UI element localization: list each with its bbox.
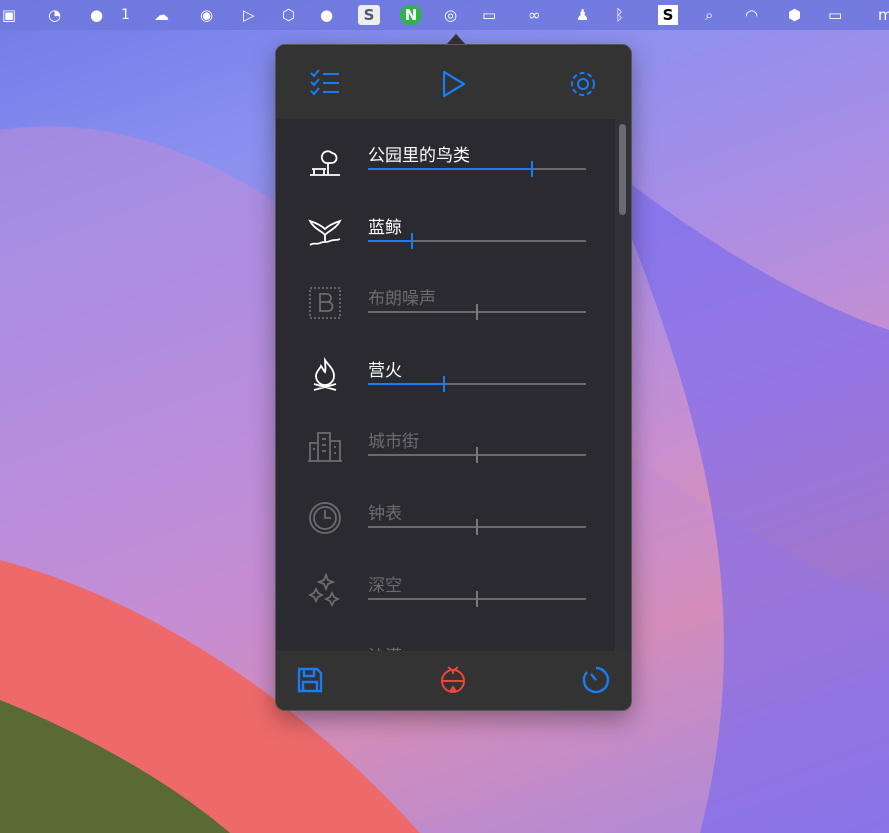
sound-label: 营火 [368,360,402,381]
sound-label: 公园里的鸟类 [368,146,470,166]
scrollbar-thumb[interactable] [619,124,626,215]
sound-row[interactable]: 深空 [276,571,616,643]
city-icon[interactable] [306,427,344,465]
sound-row[interactable]: 钟表 [276,499,616,571]
record-icon[interactable]: ◉ [200,5,213,25]
save-icon[interactable] [297,667,323,693]
volume-slider-knob[interactable] [476,590,478,607]
sound-row[interactable]: 城市街 [276,427,616,499]
volume-slider-knob[interactable] [443,375,446,392]
whale-tail-icon[interactable] [306,213,344,251]
play-icon[interactable] [441,69,467,99]
cursor-icon[interactable]: ◔ [48,5,61,25]
volume-slider-knob[interactable] [476,447,478,464]
popover-footer [276,651,631,710]
gear-icon[interactable] [568,69,598,99]
brown-noise-icon[interactable] [306,284,344,322]
sound-label: 深空 [368,575,402,596]
wechat-badge: 1 [121,7,130,23]
volume-slider-fill [368,168,532,170]
tomato-timer-icon[interactable] [438,664,468,694]
photos-icon[interactable]: ▣ [0,5,18,25]
sound-label: 钟表 [368,504,402,524]
volume-slider-fill [368,239,412,242]
popover-header [276,45,631,119]
volume-slider[interactable] [368,161,586,177]
apple-fruit-icon[interactable]: ● [320,5,333,25]
volume-slider[interactable] [368,447,586,464]
menubar-trailing-text: m [878,6,889,24]
checklist-icon[interactable] [309,69,341,97]
volume-slider-knob[interactable] [476,304,478,321]
sound-row[interactable]: 蓝鲸 [276,213,616,285]
volume-slider[interactable] [368,519,586,535]
sound-row[interactable]: 布朗噪声 [276,284,616,356]
scrollbar[interactable] [615,119,631,653]
creative-cloud-icon[interactable]: ∞ [528,5,541,25]
sparkles-icon[interactable] [306,571,344,609]
noise-popover: 公园里的鸟类 蓝鲸 布朗噪声 营火 城市街 钟表 深空 沙漠 [275,44,632,711]
play-circle-icon[interactable]: ▷ [243,5,255,25]
volume-slider[interactable] [368,590,586,607]
sound-row[interactable]: 营火 [276,356,616,428]
wechat-icon[interactable]: ● [90,5,103,25]
s-black-icon[interactable]: S [658,5,678,25]
sound-label: 城市街 [368,432,419,453]
volume-slider-fill [368,382,445,385]
sound-label: 蓝鲸 [368,217,402,238]
sound-label: 布朗噪声 [368,289,436,310]
app-icon[interactable]: ⬡ [282,5,295,25]
timer-icon[interactable] [581,665,611,695]
volume-slider[interactable] [368,304,586,321]
wifi-icon[interactable]: ◠ [745,5,758,25]
bluetooth-icon[interactable]: ᛒ [615,5,624,25]
menu-bar: ▣ ◔ ● 1 ☁ ◉ ▷ ⬡ ● S N ◎ ▭ ∞ ♟ ᛒ S ⌕ ◠ ⬢ … [0,0,889,30]
display-icon[interactable]: ▭ [482,5,496,25]
volume-slider[interactable] [368,232,586,249]
sound-row[interactable]: 公园里的鸟类 [276,141,616,213]
sound-list: 公园里的鸟类 蓝鲸 布朗噪声 营火 城市街 钟表 深空 沙漠 [276,119,631,653]
battery-icon[interactable]: ▭ [828,5,842,25]
search-icon[interactable]: ⌕ [705,5,713,25]
volume-slider-knob[interactable] [476,519,478,535]
campfire-icon[interactable] [306,356,344,394]
s-app-icon[interactable]: S [358,5,380,25]
n-app-icon[interactable]: N [400,5,422,25]
cloud-upload-icon[interactable]: ☁ [154,5,169,25]
noise-app-icon[interactable]: ◎ [444,5,457,25]
volume-slider[interactable] [368,375,586,392]
volume-slider-knob[interactable] [530,161,533,177]
clock-icon[interactable] [306,499,344,537]
qq-icon[interactable]: ♟ [576,5,589,25]
tree-bench-icon[interactable] [306,141,344,179]
volume-slider-knob[interactable] [410,232,413,249]
shield-icon[interactable]: ⬢ [788,5,801,25]
